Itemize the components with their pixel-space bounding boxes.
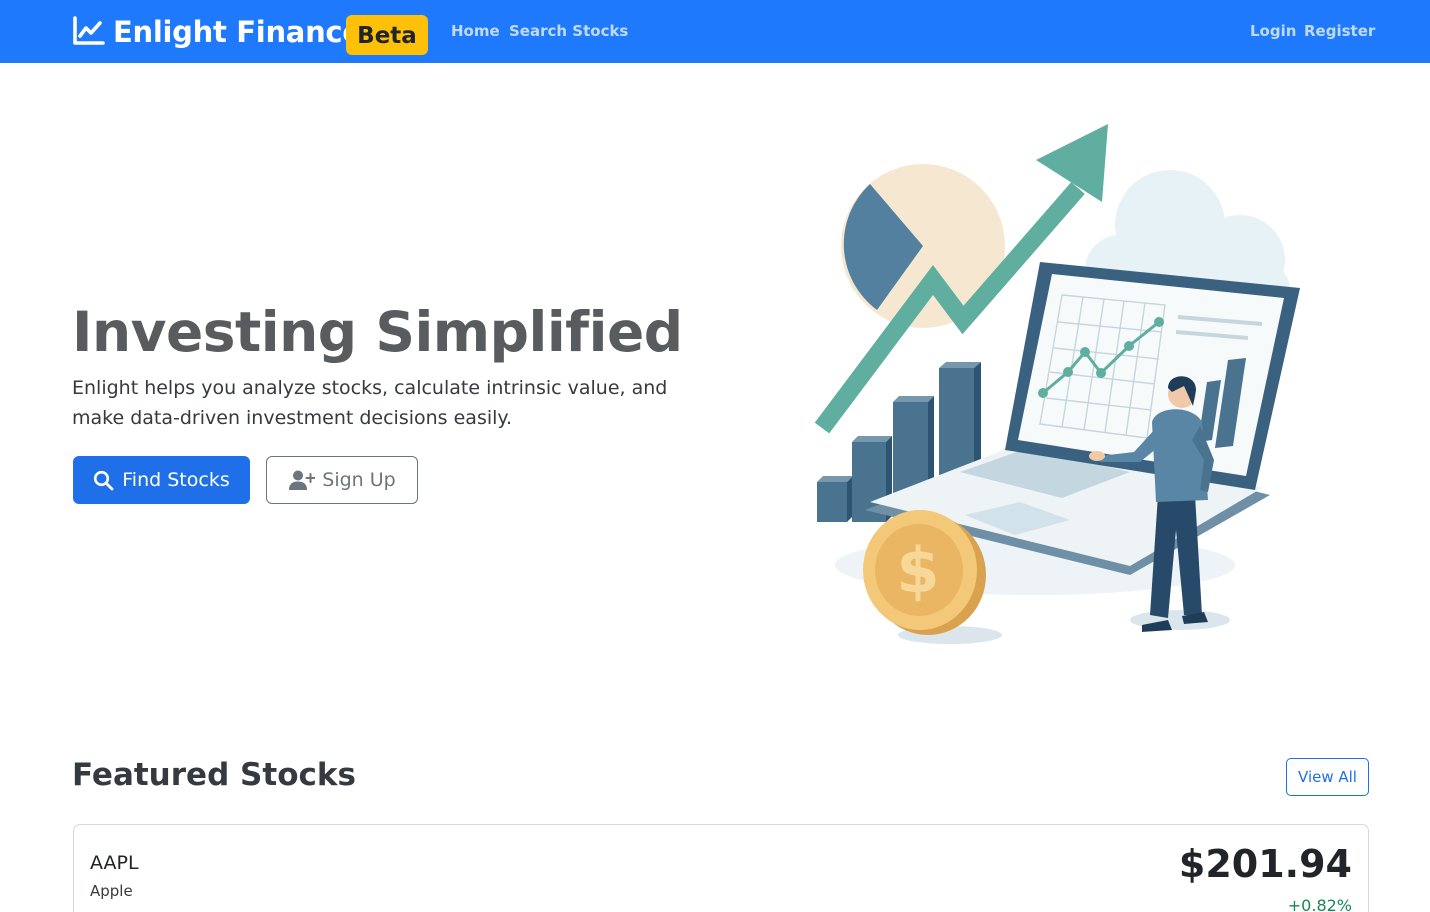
svg-text:$: $ [896, 534, 939, 607]
find-stocks-label: Find Stocks [122, 469, 230, 491]
stock-card[interactable]: AAPL Apple $201.94 +0.82% [73, 824, 1369, 912]
nav-link-register[interactable]: Register [1304, 21, 1375, 41]
brand-name: Enlight Finance [113, 15, 362, 49]
sign-up-label: Sign Up [322, 469, 396, 491]
find-stocks-button[interactable]: Find Stocks [73, 456, 250, 504]
user-plus-icon [289, 470, 316, 490]
stock-name: Apple [90, 882, 133, 900]
stock-ticker: AAPL [90, 852, 139, 874]
search-icon [94, 470, 114, 490]
nav-link-home[interactable]: Home [451, 21, 500, 41]
stock-change: +0.82% [1287, 896, 1352, 912]
nav-link-login[interactable]: Login [1250, 21, 1296, 41]
hero-lead: Enlight helps you analyze stocks, calcul… [72, 377, 668, 429]
hero-title: Investing Simplified [72, 300, 683, 364]
stock-price: $201.94 [1178, 842, 1352, 886]
navbar: Enlight Finance Beta Home Search Stocks … [0, 0, 1430, 63]
brand[interactable]: Enlight Finance [72, 14, 362, 50]
hero-illustration: $ [814, 124, 1300, 644]
nav-link-search-stocks[interactable]: Search Stocks [509, 21, 628, 41]
chart-line-icon [73, 16, 105, 45]
beta-badge: Beta [346, 15, 428, 55]
featured-stocks-title: Featured Stocks [72, 757, 356, 793]
sign-up-button[interactable]: Sign Up [266, 456, 418, 504]
view-all-button[interactable]: View All [1286, 758, 1369, 796]
